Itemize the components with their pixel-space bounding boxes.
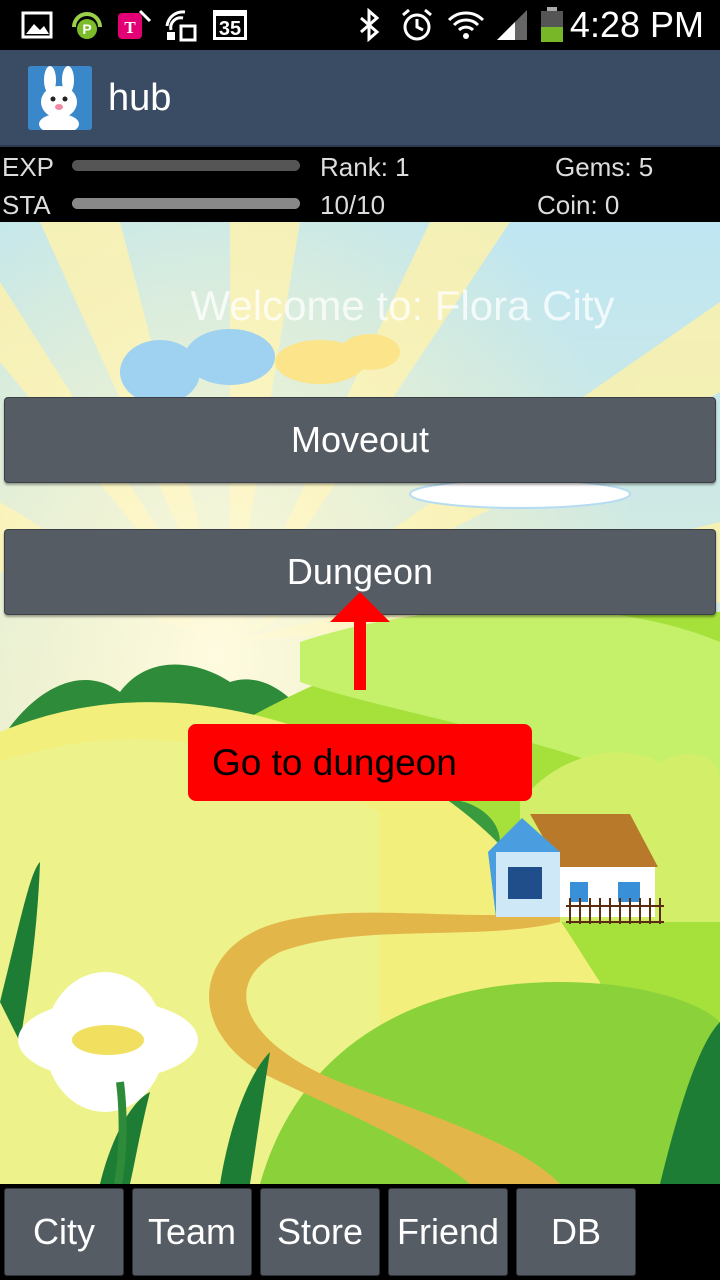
rabbit-app-icon[interactable] [28, 66, 92, 130]
moveout-button[interactable]: Moveout [4, 397, 716, 483]
wifi-icon [446, 8, 486, 42]
arrow-up-icon [330, 592, 390, 690]
tab-team[interactable]: Team [132, 1188, 252, 1276]
sta-bar [72, 198, 300, 209]
tab-db[interactable]: DB [516, 1188, 636, 1276]
coin-value: Coin: 0 [537, 190, 620, 220]
rank-value: Rank: 1 [320, 152, 410, 182]
app-title: hub [108, 77, 172, 119]
signal-icon [494, 8, 530, 42]
tab-city[interactable]: City [4, 1188, 124, 1276]
calendar-day: 35 [219, 18, 241, 40]
sta-label: STA [2, 190, 51, 220]
tab-friend[interactable]: Friend [388, 1188, 508, 1276]
podcast-icon: P [68, 8, 106, 42]
action-bar: hub [0, 50, 720, 147]
exp-bar [72, 160, 300, 171]
gallery-icon [20, 8, 54, 42]
sta-bar-fill [72, 198, 300, 209]
bluetooth-icon [356, 8, 382, 42]
battery-icon [538, 7, 566, 42]
player-stats: EXP Rank: 1 Gems: 5 STA 10/10 Coin: 0 [0, 147, 720, 222]
city-scene: Welcome to: Flora City Moveout Dungeon G… [0, 222, 720, 1184]
status-bar: P T 35 4:28 PM [0, 0, 720, 50]
svg-text:T: T [124, 18, 136, 37]
welcome-text: Welcome to: Flora City [190, 282, 615, 329]
stamina-value: 10/10 [320, 190, 386, 220]
network-icon [162, 8, 200, 42]
house-illustration [488, 814, 664, 924]
exp-label: EXP [2, 152, 55, 182]
gems-value: Gems: 5 [555, 152, 654, 182]
tab-store[interactable]: Store [260, 1188, 380, 1276]
bottom-navigation: City Team Store Friend DB [0, 1184, 720, 1280]
svg-text:P: P [82, 21, 91, 37]
landscape-background [0, 222, 720, 1184]
calendar-icon: 35 [210, 8, 250, 42]
tmobile-icon: T [116, 8, 152, 42]
alarm-icon [398, 8, 436, 42]
tutorial-callout: Go to dungeon [188, 724, 532, 801]
clock: 4:28 PM [569, 4, 704, 45]
